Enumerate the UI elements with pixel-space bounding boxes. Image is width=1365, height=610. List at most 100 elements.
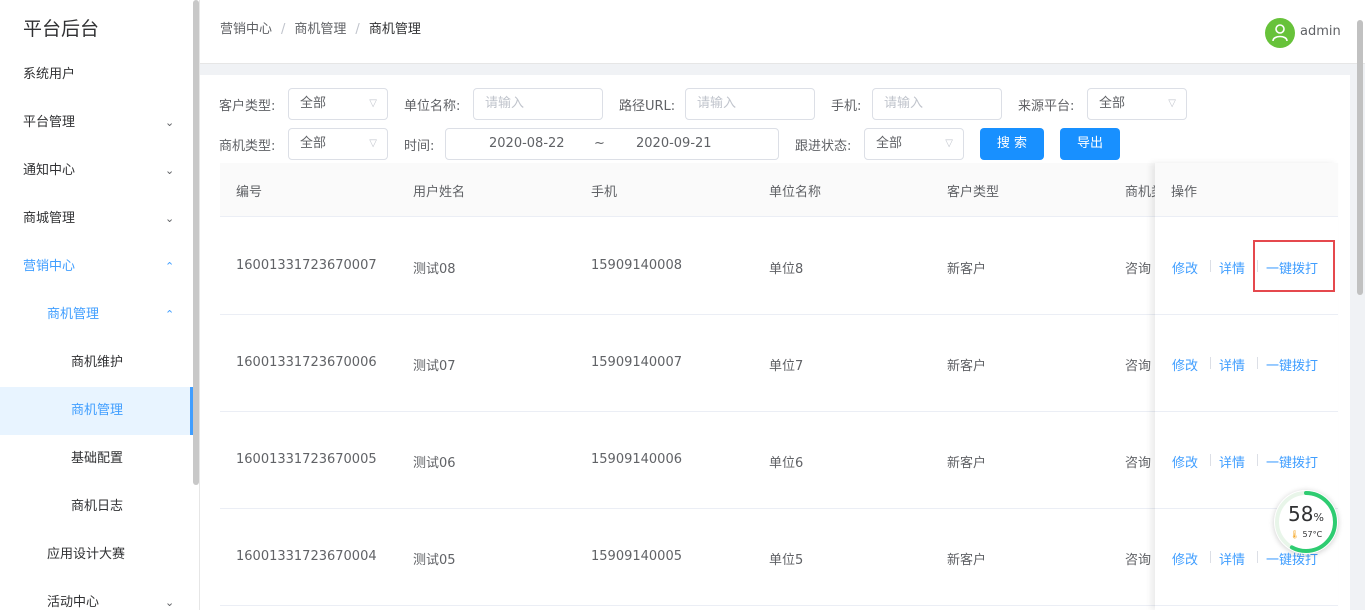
divider: [1257, 357, 1258, 369]
breadcrumb-separator: /: [355, 22, 360, 37]
sidebar-item-opportunity-management[interactable]: 商机管理: [0, 387, 193, 435]
cell-biz-type: 咨询: [1125, 359, 1152, 374]
column-header-company: 单位名称: [769, 185, 822, 200]
cell-id: 16001331723670007: [236, 258, 377, 273]
performance-gauge-widget[interactable]: 58% 🌡 57°C: [1274, 490, 1338, 554]
cell-customer-type: 新客户: [947, 456, 987, 471]
chevron-up-icon: ⌃: [165, 260, 175, 273]
source-platform-select[interactable]: 全部 ▽: [1087, 88, 1187, 120]
temperature-value: 57°C: [1302, 530, 1323, 539]
sidebar-item-label: 营销中心: [23, 259, 76, 274]
chevron-down-icon: ⌄: [165, 212, 175, 225]
biz-type-select[interactable]: 全部 ▽: [288, 128, 388, 160]
export-button[interactable]: 导出: [1060, 128, 1120, 160]
percent-unit: %: [1313, 511, 1324, 524]
one-click-call-link[interactable]: 一键拨打: [1266, 355, 1318, 374]
date-end[interactable]: 2020-09-21: [636, 129, 712, 159]
path-url-input[interactable]: 请输入: [685, 88, 815, 120]
chevron-down-icon: ⌄: [165, 164, 175, 177]
select-value: 全部: [300, 136, 327, 151]
date-start[interactable]: 2020-08-22: [489, 129, 565, 159]
company-input[interactable]: 请输入: [473, 88, 603, 120]
cell-customer-type: 新客户: [947, 553, 987, 568]
detail-link[interactable]: 详情: [1219, 355, 1245, 374]
sidebar-item-system-users[interactable]: 系统用户: [0, 51, 193, 99]
biz-type-label: 商机类型:: [219, 139, 276, 154]
sidebar-item-opportunity-maintenance[interactable]: 商机维护: [0, 339, 193, 387]
detail-link[interactable]: 详情: [1219, 452, 1245, 471]
edit-link[interactable]: 修改: [1172, 549, 1198, 568]
follow-status-select[interactable]: 全部 ▽: [864, 128, 964, 160]
edit-link[interactable]: 修改: [1172, 452, 1198, 471]
sidebar-item-app-design-contest[interactable]: 应用设计大赛: [0, 531, 193, 579]
source-platform-label: 来源平台:: [1018, 99, 1075, 114]
cell-customer-type: 新客户: [947, 262, 987, 277]
chevron-down-icon: ⌄: [165, 596, 175, 609]
sidebar-item-activity-center[interactable]: 活动中心 ⌄: [0, 579, 193, 610]
phone-input[interactable]: 请输入: [872, 88, 1002, 120]
sidebar-item-label: 商城管理: [23, 211, 76, 226]
cell-name: 测试06: [413, 456, 456, 471]
sidebar-item-label: 活动中心: [47, 595, 100, 610]
thermometer-icon: 🌡: [1289, 530, 1300, 539]
page-scrollbar[interactable]: [1357, 20, 1363, 295]
divider: [1257, 551, 1258, 563]
breadcrumb-item[interactable]: 营销中心: [220, 22, 272, 37]
breadcrumb-item[interactable]: 商机管理: [294, 22, 346, 37]
breadcrumb-separator: /: [281, 22, 286, 37]
sidebar-scrollbar[interactable]: [193, 0, 199, 485]
sidebar-item-opportunity-log[interactable]: 商机日志: [0, 483, 193, 531]
customer-type-label: 客户类型:: [219, 99, 276, 114]
sidebar-item-label: 商机日志: [71, 499, 124, 514]
user-icon: [1272, 24, 1288, 42]
sidebar-item-marketing-center[interactable]: 营销中心 ⌃: [0, 243, 193, 291]
avatar[interactable]: [1265, 18, 1295, 48]
detail-link[interactable]: 详情: [1219, 258, 1245, 277]
cell-biz-type: 咨询: [1125, 553, 1152, 568]
sidebar-item-opportunity-management-group[interactable]: 商机管理 ⌃: [0, 291, 193, 339]
detail-link[interactable]: 详情: [1219, 549, 1245, 568]
sidebar-item-label: 基础配置: [71, 451, 124, 466]
sidebar-item-notification-center[interactable]: 通知中心 ⌄: [0, 147, 193, 195]
cell-customer-type: 新客户: [947, 359, 987, 374]
username-label[interactable]: admin: [1300, 24, 1341, 39]
select-value: 全部: [1099, 96, 1126, 111]
sidebar-item-label: 通知中心: [23, 163, 76, 178]
divider: [1210, 357, 1211, 369]
cell-name: 测试05: [413, 553, 456, 568]
edit-link[interactable]: 修改: [1172, 355, 1198, 374]
chevron-down-icon: ▽: [945, 138, 953, 149]
search-button[interactable]: 搜 索: [980, 128, 1044, 160]
date-range-separator: ~: [594, 136, 605, 151]
path-url-label: 路径URL:: [619, 99, 676, 114]
sidebar: 平台后台 系统用户 平台管理 ⌄ 通知中心 ⌄ 商城管理 ⌄ 营销中心 ⌃ 商机…: [0, 0, 200, 610]
column-header-name: 用户姓名: [413, 185, 466, 200]
customer-type-select[interactable]: 全部 ▽: [288, 88, 388, 120]
cell-company: 单位7: [769, 359, 804, 374]
gauge-percent: 58%: [1274, 502, 1338, 526]
time-label: 时间:: [404, 139, 435, 154]
follow-status-label: 跟进状态:: [795, 139, 852, 154]
sidebar-item-basic-config[interactable]: 基础配置: [0, 435, 193, 483]
divider: [1210, 454, 1211, 466]
phone-label: 手机:: [831, 99, 862, 114]
column-header-customer-type: 客户类型: [947, 185, 1000, 200]
sidebar-item-mall-management[interactable]: 商城管理 ⌄: [0, 195, 193, 243]
select-value: 全部: [876, 136, 903, 151]
cell-biz-type: 咨询: [1125, 262, 1152, 277]
main-content: 客户类型: 全部 ▽ 单位名称: 请输入 路径URL: 请输入 手机: 请输入 来…: [200, 75, 1350, 610]
one-click-call-link[interactable]: 一键拨打: [1266, 452, 1318, 471]
date-range-picker[interactable]: 2020-08-22 ~ 2020-09-21: [445, 128, 779, 160]
sidebar-item-label: 商机维护: [71, 355, 124, 370]
cell-company: 单位5: [769, 553, 804, 568]
cell-company: 单位6: [769, 456, 804, 471]
column-header-id: 编号: [236, 185, 263, 200]
sidebar-item-platform-management[interactable]: 平台管理 ⌄: [0, 99, 193, 147]
edit-link[interactable]: 修改: [1172, 258, 1198, 277]
divider: [1210, 551, 1211, 563]
divider: [1257, 454, 1258, 466]
operations-cell: 修改 详情 一键拨打: [1155, 315, 1338, 412]
highlight-box: [1253, 240, 1335, 292]
select-value: 全部: [300, 96, 327, 111]
sidebar-item-label: 平台管理: [23, 115, 76, 130]
